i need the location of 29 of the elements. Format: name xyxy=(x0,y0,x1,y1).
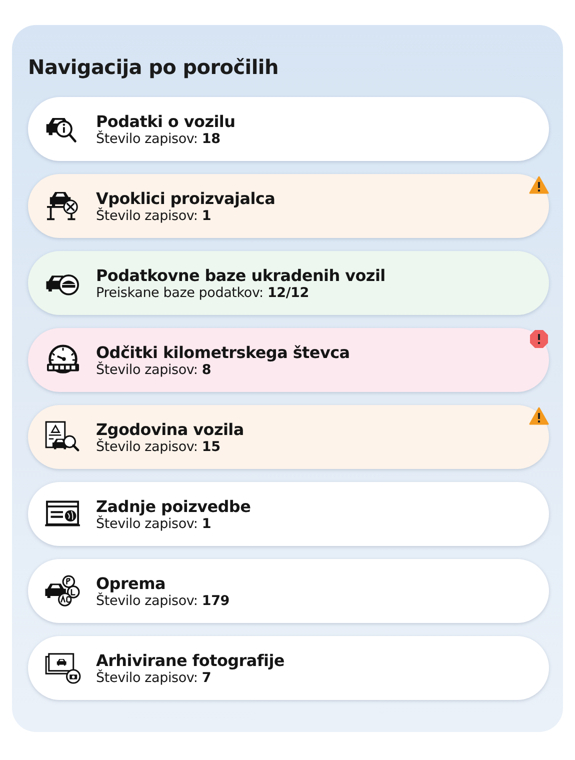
card-title: Vpoklici proizvajalca xyxy=(96,188,276,208)
report-card[interactable]: Podatki o vozilu Število zapisov: 18 xyxy=(28,97,549,161)
card-title: Podatki o vozilu xyxy=(96,112,236,130)
card-title: Odčitki kilometrskega števca xyxy=(96,342,350,362)
card-title: Podatkovne baze ukradenih vozil xyxy=(96,266,386,284)
report-card[interactable]: Vpoklici proizvajalca Število zapisov: 1 xyxy=(28,174,549,238)
card-title: Arhivirane fotografije xyxy=(96,650,284,670)
report-card[interactable]: Odčitki kilometrskega števca Število zapisov: 8 xyxy=(28,328,549,392)
record-count: Preiskane baze podatkov: 12/12 xyxy=(96,284,310,300)
report-card[interactable]: Zgodovina vozila Število zapisov: 15 xyxy=(28,405,549,469)
record-count: Število zapisov: 7 xyxy=(96,670,212,686)
card-title: Oprema xyxy=(96,574,166,592)
report-card[interactable]: Oprema Število zapisov: 179 xyxy=(28,559,549,623)
photos-camera-icon xyxy=(44,652,82,684)
odometer-icon xyxy=(44,344,82,376)
record-count: Število zapisov: 15 xyxy=(96,438,222,454)
record-count: Število zapisov: 8 xyxy=(96,362,212,378)
report-card[interactable]: Podatkovne baze ukradenih vozil Preiskane baze podatkov: 12/12 xyxy=(28,251,549,315)
record-count: Število zapisov: 18 xyxy=(96,130,222,146)
panel-title: Navigacija po poročilih xyxy=(28,55,280,79)
card-title: Zgodovina vozila xyxy=(96,420,244,438)
record-count: Število zapisov: 179 xyxy=(96,592,230,608)
card-title: Zadnje poizvedbe xyxy=(96,496,251,516)
report-card[interactable]: Arhivirane fotografije Število zapisov: 7 xyxy=(28,636,549,700)
record-count: Število zapisov: 1 xyxy=(96,516,212,532)
record-count: Število zapisov: 1 xyxy=(96,208,212,224)
document-car-icon xyxy=(44,421,82,453)
car-features-icon xyxy=(44,575,82,607)
report-card[interactable]: Zadnje poizvedbe Število zapisov: 1 xyxy=(28,482,549,546)
